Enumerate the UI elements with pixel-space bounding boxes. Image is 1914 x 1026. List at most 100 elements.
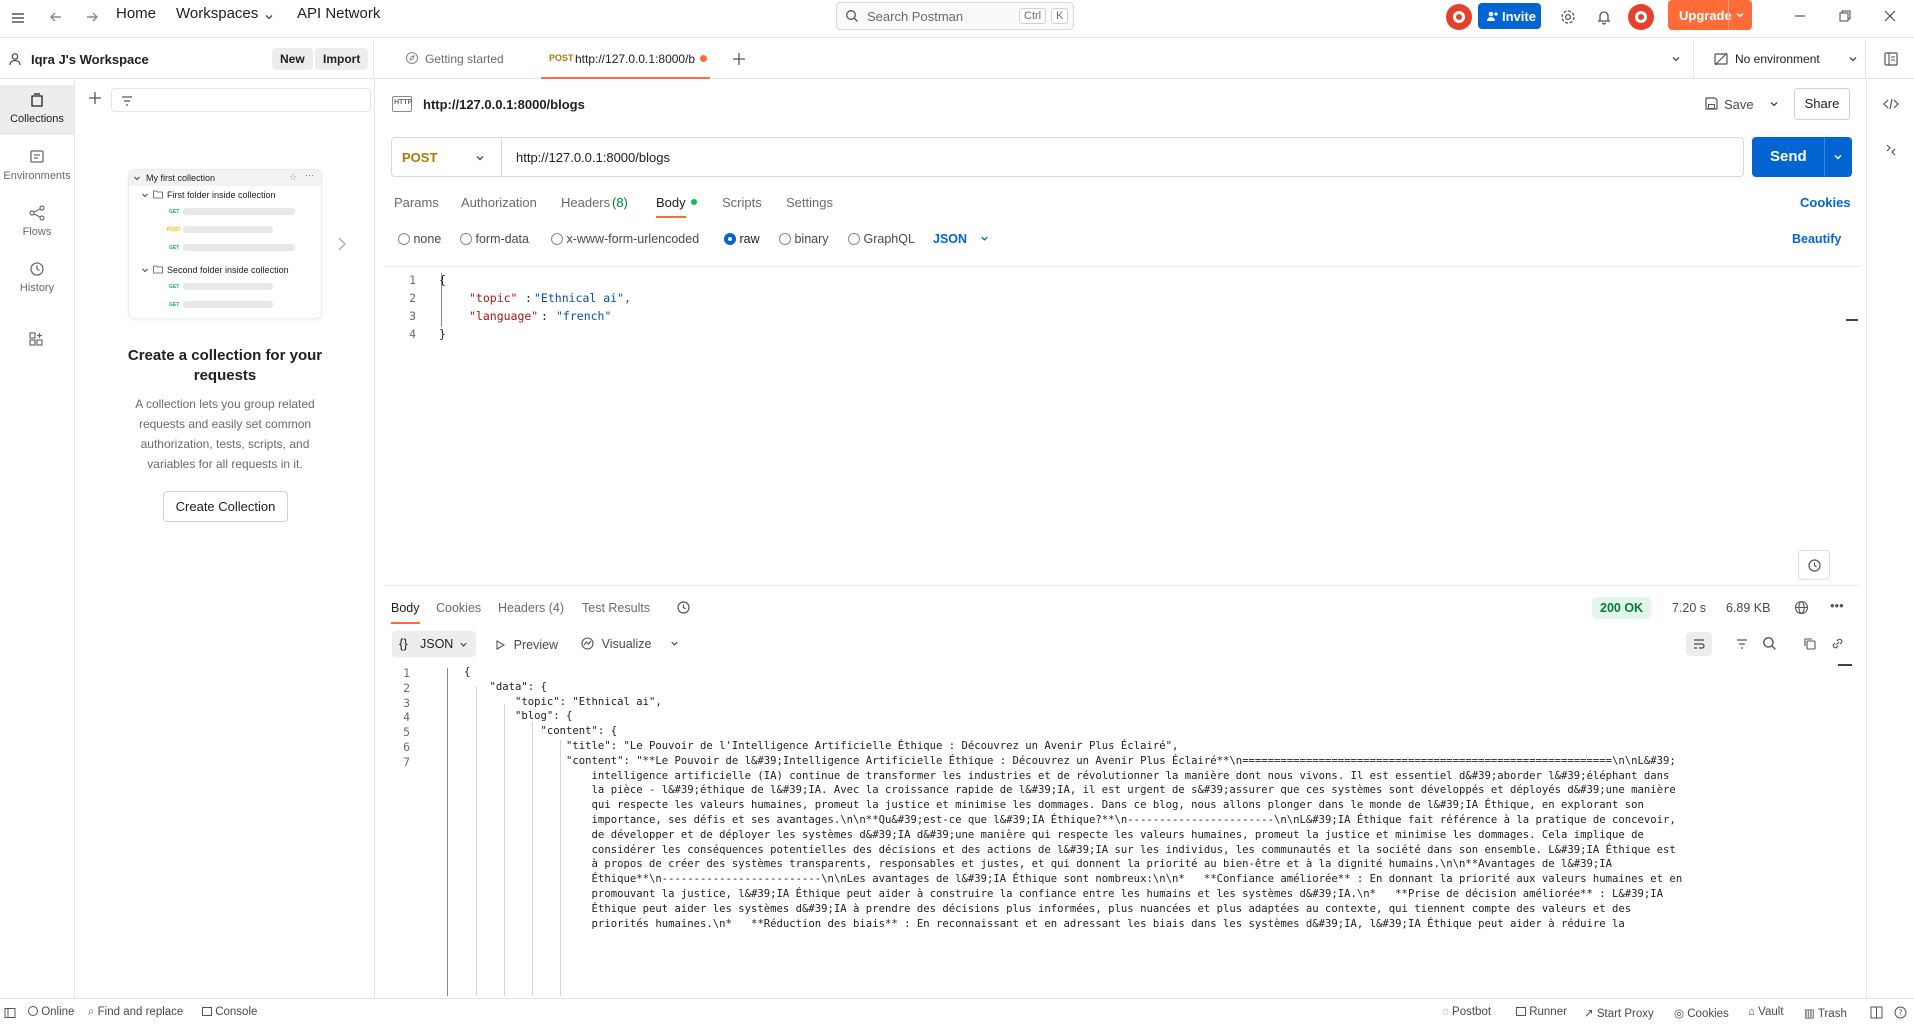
environment-quick-look-icon[interactable] — [1883, 51, 1899, 67]
runner[interactable]: Runner — [1516, 1006, 1567, 1018]
chevron-down-icon[interactable] — [1832, 151, 1844, 163]
send-button[interactable]: Send — [1752, 137, 1852, 177]
sidebar-item-environments[interactable]: Environments — [0, 142, 74, 194]
chevron-down-icon — [980, 236, 988, 241]
profile-avatar-icon[interactable] — [1628, 4, 1654, 30]
response-tab-test-results[interactable]: Test Results — [582, 601, 650, 615]
workspaces-menu[interactable]: Workspaces — [176, 5, 258, 22]
new-button[interactable]: New — [272, 48, 313, 70]
response-code-text: la pièce - l&#39;éthique de l&#39;IA. Av… — [464, 784, 1676, 797]
add-icon[interactable] — [87, 90, 103, 106]
find-replace[interactable]: ⌕ Find and replace — [88, 1006, 183, 1019]
save-button[interactable]: Save — [1694, 88, 1790, 120]
user-avatar-icon[interactable] — [1446, 4, 1472, 30]
collections-panel: My first collection ☆ ··· First folder i… — [75, 80, 375, 998]
request-body-editor[interactable]: 1 { 2 "topic" : "Ethnical ai", 3 "langua… — [384, 266, 1860, 586]
layout-icon[interactable] — [1870, 1006, 1883, 1019]
radio-binary[interactable]: binary — [779, 232, 829, 246]
code-snippet-icon[interactable] — [1883, 96, 1899, 112]
radio-none[interactable]: none — [398, 232, 441, 246]
radio-graphql[interactable]: GraphQL — [848, 232, 915, 246]
configure-workbench-icon[interactable] — [27, 330, 45, 348]
toggle-sidebar-icon[interactable] — [4, 1007, 16, 1019]
sidebar-item-history[interactable]: History — [0, 254, 74, 306]
settings-gear-icon[interactable] — [1560, 9, 1576, 25]
tab-active-request[interactable]: POST http://127.0.0.1:8000/b — [541, 39, 710, 79]
more-options-icon[interactable]: ••• — [1830, 598, 1844, 613]
sidebar-item-collections[interactable]: Collections — [0, 85, 74, 135]
filter-response-icon[interactable] — [1735, 637, 1749, 651]
radio-raw[interactable]: raw — [724, 232, 760, 246]
beautify-link[interactable]: Beautify — [1792, 232, 1841, 246]
copy-icon[interactable] — [1802, 636, 1817, 651]
tab-settings[interactable]: Settings — [786, 195, 833, 210]
menu-icon[interactable] — [10, 10, 26, 26]
workspace-name[interactable]: Iqra J's Workspace — [31, 52, 149, 67]
filter-input[interactable] — [111, 88, 371, 112]
globe-icon[interactable] — [1794, 600, 1809, 615]
help-icon[interactable]: ? — [1894, 1006, 1907, 1019]
console[interactable]: Console — [202, 1006, 257, 1018]
trash[interactable]: ▥ Trash — [1804, 1006, 1847, 1020]
forward-arrow-icon[interactable] — [84, 9, 100, 25]
body-format-select[interactable]: JSON — [933, 232, 990, 246]
restore-icon[interactable] — [1837, 8, 1853, 24]
close-window-icon[interactable] — [1882, 8, 1898, 24]
invite-button[interactable]: Invite — [1478, 3, 1541, 29]
create-collection-button[interactable]: Create Collection — [163, 491, 288, 522]
upgrade-button[interactable]: Upgrade — [1668, 0, 1752, 30]
response-history-icon[interactable] — [676, 600, 691, 615]
related-collections-icon[interactable] — [1883, 142, 1899, 158]
response-tab-headers[interactable]: Headers (4) — [498, 601, 564, 615]
preview-button[interactable]: Preview — [494, 637, 558, 652]
tab-authorization[interactable]: Authorization — [461, 195, 537, 210]
share-button[interactable]: Share — [1794, 88, 1850, 120]
url-input[interactable]: http://127.0.0.1:8000/blogs — [516, 150, 670, 165]
import-button[interactable]: Import — [315, 48, 369, 70]
response-format-select[interactable]: {} JSON — [392, 631, 476, 657]
response-tab-body[interactable]: Body — [391, 592, 420, 624]
method-select[interactable]: POST — [392, 138, 502, 176]
visualize-icon — [581, 637, 594, 650]
tab-headers[interactable]: Headers — [561, 195, 610, 210]
environment-selector[interactable]: No environment — [1713, 39, 1863, 79]
home-link[interactable]: Home — [116, 5, 156, 22]
cookies-status[interactable]: ◎ Cookies — [1674, 1006, 1729, 1020]
notification-bell-icon[interactable] — [1596, 9, 1612, 25]
start-proxy[interactable]: ↗ Start Proxy — [1584, 1006, 1654, 1020]
response-code-text: importance, ses défis et ses avantages.\… — [464, 814, 1676, 826]
postbot[interactable]: ◌ Postbot — [1442, 1006, 1491, 1018]
response-time[interactable]: 7.20 s — [1672, 601, 1706, 615]
tab-scripts[interactable]: Scripts — [722, 195, 762, 210]
minimize-icon[interactable] — [1792, 8, 1808, 24]
status-badge[interactable]: 200 OK — [1592, 597, 1652, 619]
back-arrow-icon[interactable] — [48, 9, 64, 25]
schema-icon[interactable] — [1798, 550, 1830, 580]
api-network-link[interactable]: API Network — [297, 5, 380, 22]
tab-getting-started[interactable]: Getting started — [393, 39, 513, 79]
radio-form-data[interactable]: form-data — [460, 232, 529, 246]
response-code-text: promouvant la justice, l&#39;IA Éthique … — [464, 888, 1664, 900]
vault[interactable]: ⌂ Vault — [1748, 1006, 1784, 1018]
visualize-button[interactable]: Visualize — [580, 636, 680, 651]
chevron-down-icon[interactable] — [1768, 98, 1780, 110]
tab-overflow-chevron-icon[interactable] — [1670, 53, 1682, 65]
response-tab-cookies[interactable]: Cookies — [436, 601, 481, 615]
chevron-down-icon[interactable] — [669, 638, 680, 649]
response-size[interactable]: 6.89 KB — [1726, 601, 1770, 615]
response-body-viewer[interactable]: 1{2 "data": {3 "topic": "Ethnical ai", 4 … — [384, 662, 1860, 996]
new-tab-plus-icon[interactable] — [731, 51, 747, 67]
request-title[interactable]: http://127.0.0.1:8000/blogs — [423, 97, 585, 112]
link-icon[interactable] — [1830, 636, 1845, 651]
radio-urlencoded[interactable]: x-www-form-urlencoded — [551, 232, 699, 246]
search-response-icon[interactable] — [1762, 636, 1777, 651]
search-input[interactable]: Search Postman Ctrl K — [836, 2, 1074, 30]
wrap-lines-icon[interactable] — [1686, 632, 1712, 656]
cookies-link[interactable]: Cookies — [1800, 195, 1851, 210]
sidebar-item-flows[interactable]: Flows — [0, 198, 74, 250]
tab-body[interactable]: Body — [656, 189, 686, 218]
online-status[interactable]: Online — [28, 1006, 74, 1018]
chevron-down-icon[interactable] — [1734, 9, 1746, 21]
tab-params[interactable]: Params — [394, 195, 439, 210]
chevron-down-icon[interactable] — [263, 11, 275, 23]
